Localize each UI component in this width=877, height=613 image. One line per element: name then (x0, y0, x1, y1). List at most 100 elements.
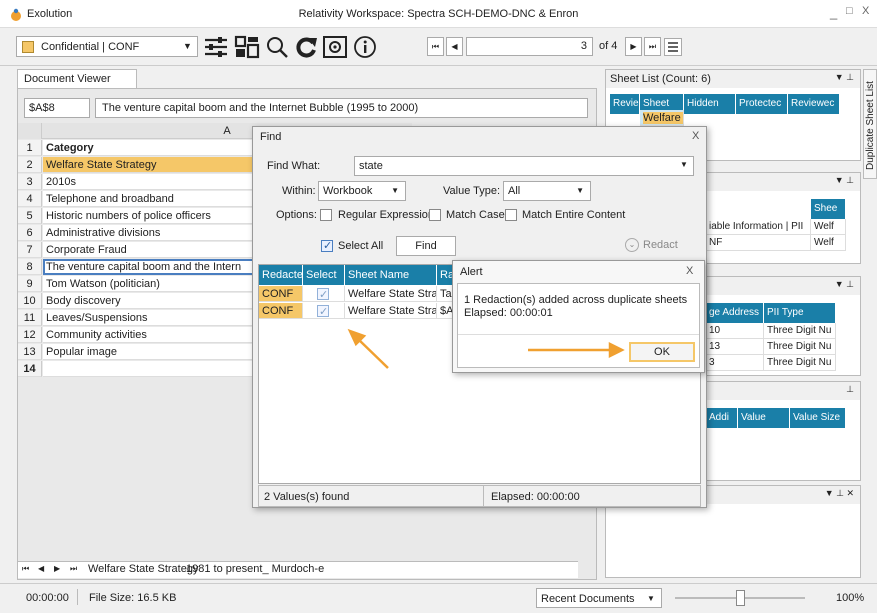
select-all-checkbox[interactable] (321, 239, 333, 252)
column-header[interactable]: Shee (811, 199, 846, 219)
column-header[interactable]: Value (738, 408, 790, 428)
page-number-input[interactable]: 3 (466, 37, 593, 56)
cell-highlighted[interactable]: Welfare State Strategy (43, 157, 273, 173)
pin-icon[interactable]: ▼ ⊥ (835, 72, 854, 83)
table-cell[interactable]: 3 (706, 355, 764, 371)
formula-bar[interactable]: The venture capital boom and the Interne… (95, 98, 588, 118)
first-page-button[interactable]: ⏮ (427, 37, 444, 56)
column-header[interactable]: Redacte (259, 265, 303, 285)
table-cell[interactable]: Three Digit Nu (764, 323, 836, 339)
redaction-cell[interactable]: CONF (259, 303, 303, 319)
maximize-button[interactable]: □ (846, 5, 853, 17)
find-button[interactable]: Find (396, 236, 456, 256)
select-cell[interactable] (303, 286, 345, 302)
match-case-checkbox[interactable] (429, 209, 441, 221)
column-header[interactable]: Reviewec (788, 94, 840, 114)
sheet-name: Welfare S (643, 112, 683, 124)
duplicate-sheet-list-tab[interactable]: Duplicate Sheet List (863, 69, 877, 179)
cell[interactable]: 2010s (43, 174, 273, 190)
close-window-button[interactable]: X (862, 5, 869, 17)
column-header[interactable]: ge Address (706, 303, 764, 323)
prev-page-button[interactable]: ◀ (446, 37, 463, 56)
sheet-name-cell[interactable]: Welfare State Stra (345, 303, 437, 319)
prev-sheet-button[interactable]: ◀ (38, 564, 44, 573)
refresh-icon[interactable] (293, 35, 319, 59)
table-cell[interactable]: NF (706, 235, 811, 251)
cell[interactable]: Historic numbers of police officers (43, 208, 273, 224)
column-header[interactable]: Revie (610, 94, 640, 114)
row-number: 7 (18, 242, 42, 258)
row-checkbox[interactable] (317, 304, 329, 318)
row-checkbox[interactable] (317, 287, 329, 301)
select-cell[interactable] (303, 303, 345, 319)
value-type-select[interactable]: All ▼ (503, 181, 591, 201)
pin-icon[interactable]: ⊥ (846, 384, 854, 395)
cell[interactable]: Body discovery (43, 293, 273, 309)
last-sheet-button[interactable]: ⏭ (70, 564, 77, 574)
table-cell[interactable]: Welf (811, 235, 846, 251)
cell[interactable]: Category (43, 140, 273, 156)
classification-dropdown[interactable]: Confidential | CONF ▼ (16, 36, 198, 57)
column-header[interactable]: Select (303, 265, 345, 285)
table-cell[interactable]: Welf (811, 219, 846, 235)
column-header[interactable]: PII Type (764, 303, 836, 323)
column-header[interactable]: Protectec (736, 94, 788, 114)
info-icon[interactable] (352, 35, 378, 59)
table-cell[interactable]: iable Information | PII (706, 219, 811, 235)
pin-icon[interactable]: ▼ ⊥ (835, 175, 854, 186)
cell[interactable]: Community activities (43, 327, 273, 343)
last-page-button[interactable]: ⏭ (644, 37, 661, 56)
grid-corner[interactable] (18, 123, 42, 139)
ok-button[interactable]: OK (629, 342, 695, 362)
classification-value: Confidential | CONF (41, 41, 140, 53)
cell[interactable]: Telephone and broadband (43, 191, 273, 207)
find-what-input[interactable]: state (354, 156, 694, 176)
close-icon[interactable]: X (686, 265, 693, 277)
close-icon[interactable]: X (692, 130, 699, 142)
sheet-name-cell[interactable]: Welfare State Stra (345, 286, 437, 302)
column-header[interactable]: Sheet Name (345, 265, 437, 285)
search-icon[interactable] (264, 35, 290, 59)
chevron-down-icon[interactable]: ▼ (680, 160, 688, 169)
document-viewer-tab[interactable]: Document Viewer (17, 69, 137, 89)
redaction-cell[interactable]: CONF (259, 286, 303, 302)
pin-icon[interactable]: ▼ ⊥ ✕ (825, 488, 854, 499)
cell[interactable]: Leaves/Suspensions (43, 310, 273, 326)
table-cell[interactable]: Three Digit Nu (764, 339, 836, 355)
settings-window-icon[interactable] (322, 35, 348, 59)
column-header[interactable]: Hidden (684, 94, 736, 114)
regex-label: Regular Expression (338, 209, 434, 221)
cell-reference-box[interactable]: $A$8 (24, 98, 90, 118)
pin-icon[interactable]: ▼ ⊥ (835, 279, 854, 290)
sheet-tab-active[interactable]: Welfare State Strategy (88, 563, 198, 575)
menu-icon[interactable] (664, 38, 682, 56)
regex-checkbox[interactable] (320, 209, 332, 221)
table-cell[interactable]: 13 (706, 339, 764, 355)
next-sheet-button[interactable]: ▶ (54, 564, 60, 573)
value-type-value: All (508, 185, 521, 197)
next-page-button[interactable]: ▶ (625, 37, 642, 56)
redact-button[interactable]: Redact (643, 239, 678, 251)
first-sheet-button[interactable]: ⏮ (22, 564, 29, 574)
cell[interactable] (43, 361, 273, 377)
recent-documents-dropdown[interactable]: Recent Documents ▼ (536, 588, 662, 608)
sliders-icon[interactable] (203, 35, 229, 59)
minimize-button[interactable]: _ (830, 5, 837, 20)
match-entire-checkbox[interactable] (505, 209, 517, 221)
within-select[interactable]: Workbook ▼ (318, 181, 406, 201)
zoom-slider-handle[interactable] (736, 590, 745, 606)
cell[interactable]: Popular image (43, 344, 273, 360)
cell[interactable]: Tom Watson (politician) (43, 276, 273, 292)
table-cell[interactable]: 10 (706, 323, 764, 339)
cell[interactable]: Administrative divisions (43, 225, 273, 241)
column-header[interactable]: Addi (706, 408, 738, 428)
classification-color-swatch (22, 41, 34, 53)
sheet-cell[interactable]: Welfare S (640, 110, 684, 126)
table-cell[interactable]: Three Digit Nu (764, 355, 836, 371)
cell-selected[interactable]: The venture capital boom and the Intern (43, 259, 273, 275)
column-header[interactable]: Value Size (790, 408, 846, 428)
layout-icon[interactable] (234, 35, 260, 59)
sheet-tab[interactable]: 1981 to present_ Murdoch-e (186, 563, 324, 575)
alert-message: 1 Redaction(s) added across duplicate sh… (464, 294, 688, 306)
cell[interactable]: Corporate Fraud (43, 242, 273, 258)
